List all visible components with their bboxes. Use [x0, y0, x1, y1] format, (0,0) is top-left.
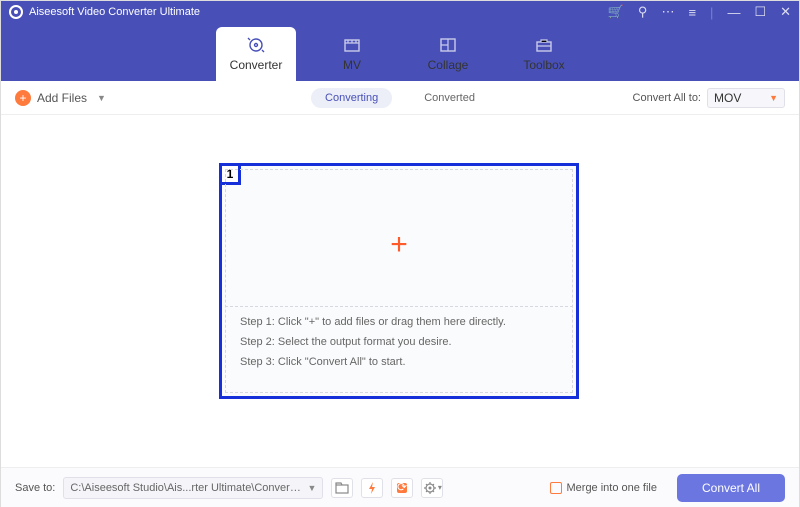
- format-value: MOV: [714, 91, 741, 105]
- merge-checkbox[interactable]: Merge into one file: [550, 482, 658, 494]
- toolbox-icon: [534, 36, 554, 54]
- app-title: Aiseesoft Video Converter Ultimate: [29, 6, 608, 18]
- plus-icon: +: [15, 90, 31, 106]
- format-select[interactable]: MOV ▼: [707, 88, 785, 108]
- tab-label: Toolbox: [523, 58, 564, 72]
- subtab-converted[interactable]: Converted: [410, 88, 489, 108]
- convert-all-to-label: Convert All to:: [633, 92, 701, 104]
- chevron-down-icon: ▼: [769, 93, 778, 103]
- add-files-button[interactable]: + Add Files ▼: [15, 90, 106, 106]
- divider: |: [710, 5, 713, 20]
- collage-icon: [438, 36, 458, 54]
- divider: [225, 306, 573, 307]
- save-to-label: Save to:: [15, 482, 55, 494]
- checkbox-icon: [550, 482, 562, 494]
- subtab-converting[interactable]: Converting: [311, 88, 392, 108]
- settings-button[interactable]: ▾: [421, 478, 443, 498]
- gpu-accel-button[interactable]: [361, 478, 383, 498]
- footer-bar: Save to: C:\Aiseesoft Studio\Ais...rter …: [1, 467, 799, 507]
- add-files-label: Add Files: [37, 91, 87, 105]
- main-canvas: 1 + Step 1: Click "+" to add files or dr…: [1, 115, 799, 467]
- tab-label: MV: [343, 58, 361, 72]
- menu-icon[interactable]: ≡: [688, 5, 696, 20]
- chevron-down-icon: ▼: [307, 483, 316, 493]
- tab-label: Converter: [230, 58, 283, 72]
- step1: Step 1: Click "+" to add files or drag t…: [240, 316, 506, 328]
- maximize-icon[interactable]: ☐: [754, 4, 766, 20]
- title-bar: Aiseesoft Video Converter Ultimate 🛒 ⚲ ⋯…: [1, 1, 799, 23]
- steps-text: Step 1: Click "+" to add files or drag t…: [240, 316, 506, 368]
- tab-converter[interactable]: Converter: [216, 27, 296, 81]
- tab-mv[interactable]: MV: [312, 27, 392, 81]
- key-icon[interactable]: ⚲: [638, 4, 648, 20]
- minimize-icon[interactable]: —: [727, 5, 740, 20]
- toolbar: + Add Files ▼ Converting Converted Conve…: [1, 81, 799, 115]
- convert-all-button[interactable]: Convert All: [677, 474, 785, 502]
- cart-icon[interactable]: 🛒: [608, 4, 624, 20]
- tab-label: Collage: [428, 58, 469, 72]
- step2: Step 2: Select the output format you des…: [240, 336, 506, 348]
- svg-text:⟳: ⟳: [397, 481, 407, 494]
- open-folder-button[interactable]: [331, 478, 353, 498]
- app-logo-icon: [9, 5, 23, 19]
- tab-collage[interactable]: Collage: [408, 27, 488, 81]
- mv-icon: [342, 36, 362, 54]
- close-icon[interactable]: ✕: [780, 4, 791, 20]
- main-tabs: Converter MV Collage Toolbox: [1, 23, 799, 81]
- add-plus-icon[interactable]: +: [390, 228, 408, 262]
- save-path-select[interactable]: C:\Aiseesoft Studio\Ais...rter Ultimate\…: [63, 477, 323, 499]
- converter-icon: [246, 36, 266, 54]
- tab-toolbox[interactable]: Toolbox: [504, 27, 584, 81]
- high-speed-button[interactable]: ⟳: [391, 478, 413, 498]
- save-path-value: C:\Aiseesoft Studio\Ais...rter Ultimate\…: [70, 482, 303, 494]
- drop-zone[interactable]: 1 + Step 1: Click "+" to add files or dr…: [219, 163, 579, 399]
- feedback-icon[interactable]: ⋯: [661, 4, 674, 20]
- merge-label: Merge into one file: [567, 482, 658, 494]
- step3: Step 3: Click "Convert All" to start.: [240, 356, 506, 368]
- chevron-down-icon: ▼: [97, 93, 106, 103]
